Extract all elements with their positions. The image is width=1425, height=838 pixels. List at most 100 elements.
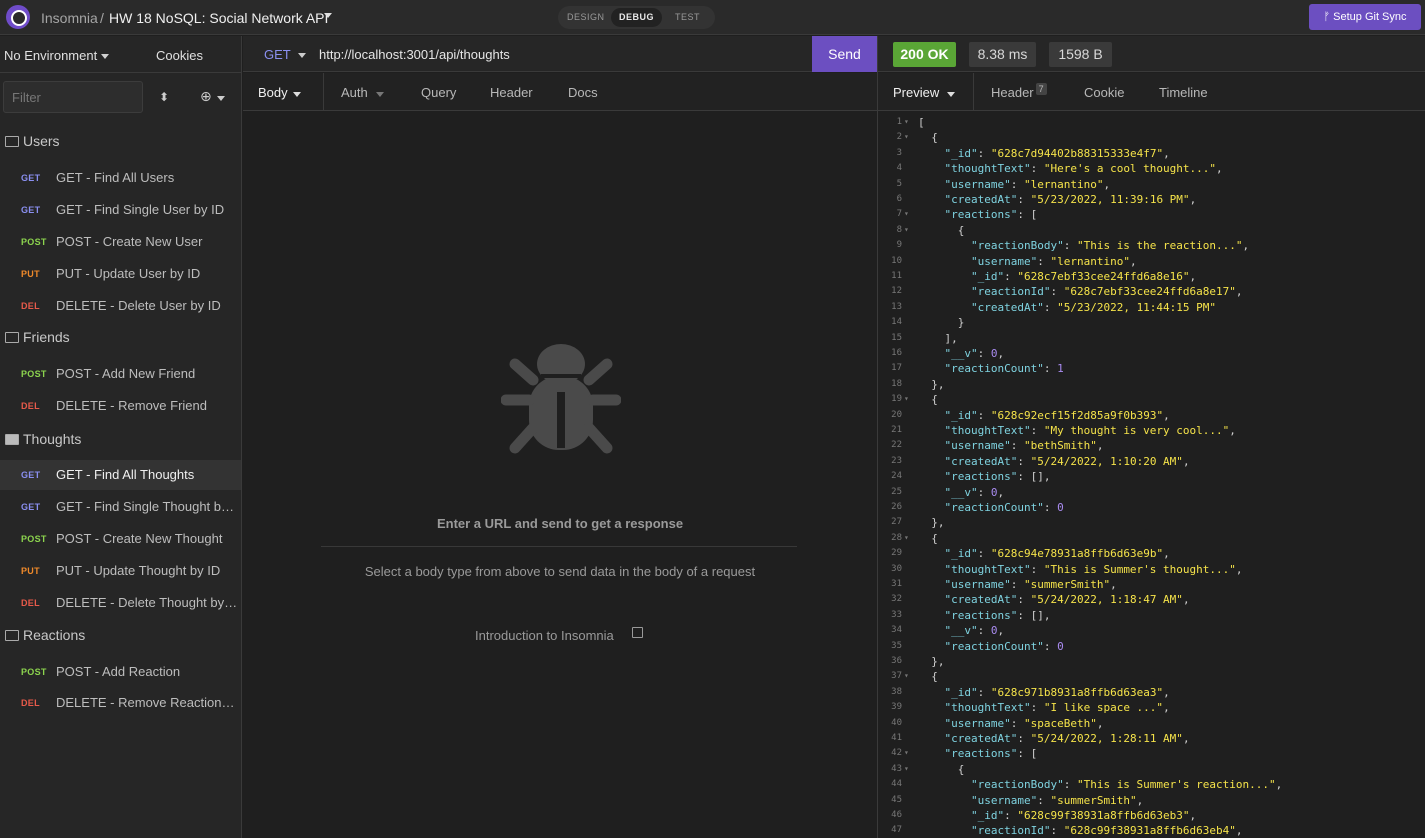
fold-toggle-icon[interactable]: ▾ [904, 764, 909, 773]
breadcrumb-workspace[interactable]: HW 18 NoSQL: Social Network API [109, 10, 328, 26]
fold-toggle-icon[interactable]: ▾ [904, 748, 909, 757]
code-text: { [918, 131, 938, 145]
chevron-down-icon[interactable] [293, 92, 301, 97]
code-line: 27 }, [878, 516, 1425, 531]
code-text: "reactions": [ [944, 208, 1038, 222]
code-line: 24 "reactions": [], [878, 470, 1425, 485]
line-number: 18 [891, 378, 902, 389]
line-number: 28 [891, 532, 902, 543]
line-number: 32 [891, 594, 902, 605]
tab-timeline[interactable]: Timeline [1159, 85, 1208, 100]
code-line: 28 ▾ { [878, 532, 1425, 547]
sidebar-request-item[interactable]: PUT PUT - Update User by ID [0, 259, 241, 289]
sidebar-request-item[interactable]: DEL DELETE - Remove Friend [0, 391, 241, 421]
breadcrumb-app[interactable]: Insomnia [41, 10, 98, 26]
code-text: { [918, 393, 938, 407]
line-number: 24 [891, 471, 902, 482]
sidebar-request-item[interactable]: GET GET - Find All Users [0, 163, 241, 193]
method-badge: PUT [21, 269, 40, 279]
code-line: 34 "__v": 0, [878, 624, 1425, 639]
chevron-down-icon[interactable] [947, 92, 955, 97]
send-button[interactable]: Send [812, 36, 877, 72]
line-number: 16 [891, 348, 902, 358]
line-number: 46 [891, 810, 902, 820]
sidebar-request-item[interactable]: GET GET - Find Single Thought by ID [0, 492, 241, 522]
sidebar-request-item[interactable]: DEL DELETE - Delete User by ID [0, 291, 241, 321]
response-preview[interactable]: 1 ▾[2 ▾ {3 "_id": "628c7d94402b88315333e4f… [878, 116, 1425, 838]
fold-toggle-icon[interactable]: ▾ [904, 132, 909, 141]
tab-query[interactable]: Query [421, 85, 456, 100]
code-text: }, [918, 377, 945, 391]
chevron-down-icon[interactable] [376, 92, 384, 97]
method-select[interactable]: GET [264, 47, 291, 62]
code-line: 2 ▾ { [878, 131, 1425, 146]
cookies-button[interactable]: Cookies [156, 48, 203, 63]
code-line: 21 "thoughtText": "My thought is very co… [878, 424, 1425, 439]
line-number: 44 [891, 779, 902, 790]
chevron-down-icon[interactable] [324, 13, 332, 18]
code-text: { [918, 223, 965, 237]
request-name: GET - Find All Users [56, 170, 175, 185]
sidebar-request-item[interactable]: PUT PUT - Update Thought by ID [0, 556, 241, 586]
folder-users[interactable]: Users [5, 133, 60, 149]
add-circle-icon[interactable]: ⊕ [200, 88, 212, 105]
code-line: 23 "createdAt": "5/24/2022, 1:10:20 AM", [878, 455, 1425, 470]
folder-friends[interactable]: Friends [5, 329, 70, 345]
insomnia-logo-icon[interactable] [6, 5, 30, 29]
tab-response-header[interactable]: Header 7 [991, 83, 1047, 100]
code-text: "username": "summerSmith", [944, 578, 1117, 591]
breadcrumb-separator: / [100, 10, 104, 26]
setup-git-sync-button[interactable]: ᚠ Setup Git Sync [1309, 4, 1421, 30]
fold-toggle-icon[interactable]: ▾ [904, 671, 909, 680]
fold-toggle-icon[interactable]: ▾ [904, 394, 909, 403]
method-badge: POST [21, 369, 47, 379]
line-number: 11 [891, 271, 902, 281]
sort-icon[interactable]: ⬍ [159, 90, 169, 104]
line-number: 38 [891, 686, 902, 697]
sidebar-request-item[interactable]: GET GET - Find All Thoughts [0, 460, 241, 490]
code-line: 12 "reactionId": "628c7ebf33cee24ffd6a8e… [878, 285, 1425, 300]
environment-select[interactable]: No Environment [4, 48, 97, 63]
tab-cookie[interactable]: Cookie [1084, 85, 1124, 100]
fold-toggle-icon[interactable]: ▾ [904, 533, 909, 542]
tab-preview[interactable]: Preview [893, 85, 939, 100]
code-text: "reactionCount": 0 [944, 501, 1064, 514]
tab-header[interactable]: Header [490, 85, 533, 100]
sidebar-request-item[interactable]: DEL DELETE - Delete Thought by ID [0, 588, 241, 618]
sidebar-request-item[interactable]: DEL DELETE - Remove Reaction by ID [0, 688, 241, 718]
tab-body[interactable]: Body [258, 85, 288, 100]
filter-input[interactable]: Filter [3, 81, 143, 113]
folder-reactions[interactable]: Reactions [5, 627, 85, 643]
sidebar-request-item[interactable]: POST POST - Add New Friend [0, 359, 241, 389]
tab-auth[interactable]: Auth [341, 85, 368, 100]
code-line: 10 "username": "lernantino", [878, 255, 1425, 270]
code-line: 25 "__v": 0, [878, 486, 1425, 501]
line-number: 41 [891, 733, 902, 743]
code-line: 19 ▾ { [878, 393, 1425, 408]
tab-response-header-label: Header [991, 85, 1034, 100]
sidebar-request-item[interactable]: POST POST - Create New Thought [0, 524, 241, 554]
url-input[interactable]: http://localhost:3001/api/thoughts [319, 47, 510, 62]
mode-design[interactable]: DESIGN [567, 12, 605, 22]
mode-debug[interactable]: DEBUG [611, 8, 663, 27]
header-count-badge: 7 [1035, 83, 1047, 95]
external-link-icon[interactable] [632, 627, 643, 638]
introduction-link[interactable]: Introduction to Insomnia [475, 628, 614, 643]
folder-icon [5, 434, 19, 445]
tab-docs[interactable]: Docs [568, 85, 598, 100]
fold-toggle-icon[interactable]: ▾ [904, 117, 909, 126]
fold-toggle-icon[interactable]: ▾ [904, 209, 909, 218]
chevron-down-icon[interactable] [217, 96, 225, 101]
request-name: DELETE - Delete Thought by ID [56, 595, 238, 610]
mode-test[interactable]: TEST [675, 12, 700, 22]
method-badge: DEL [21, 598, 40, 608]
fold-toggle-icon[interactable]: ▾ [904, 225, 909, 234]
chevron-down-icon[interactable] [101, 54, 109, 59]
folder-thoughts[interactable]: Thoughts [5, 431, 81, 447]
sidebar-request-item[interactable]: POST POST - Add Reaction [0, 657, 241, 687]
chevron-down-icon[interactable] [298, 53, 306, 58]
mode-switch: DESIGN DEBUG TEST [558, 6, 715, 29]
sidebar-request-item[interactable]: POST POST - Create New User [0, 227, 241, 257]
line-number: 31 [891, 579, 902, 589]
sidebar-request-item[interactable]: GET GET - Find Single User by ID [0, 195, 241, 225]
